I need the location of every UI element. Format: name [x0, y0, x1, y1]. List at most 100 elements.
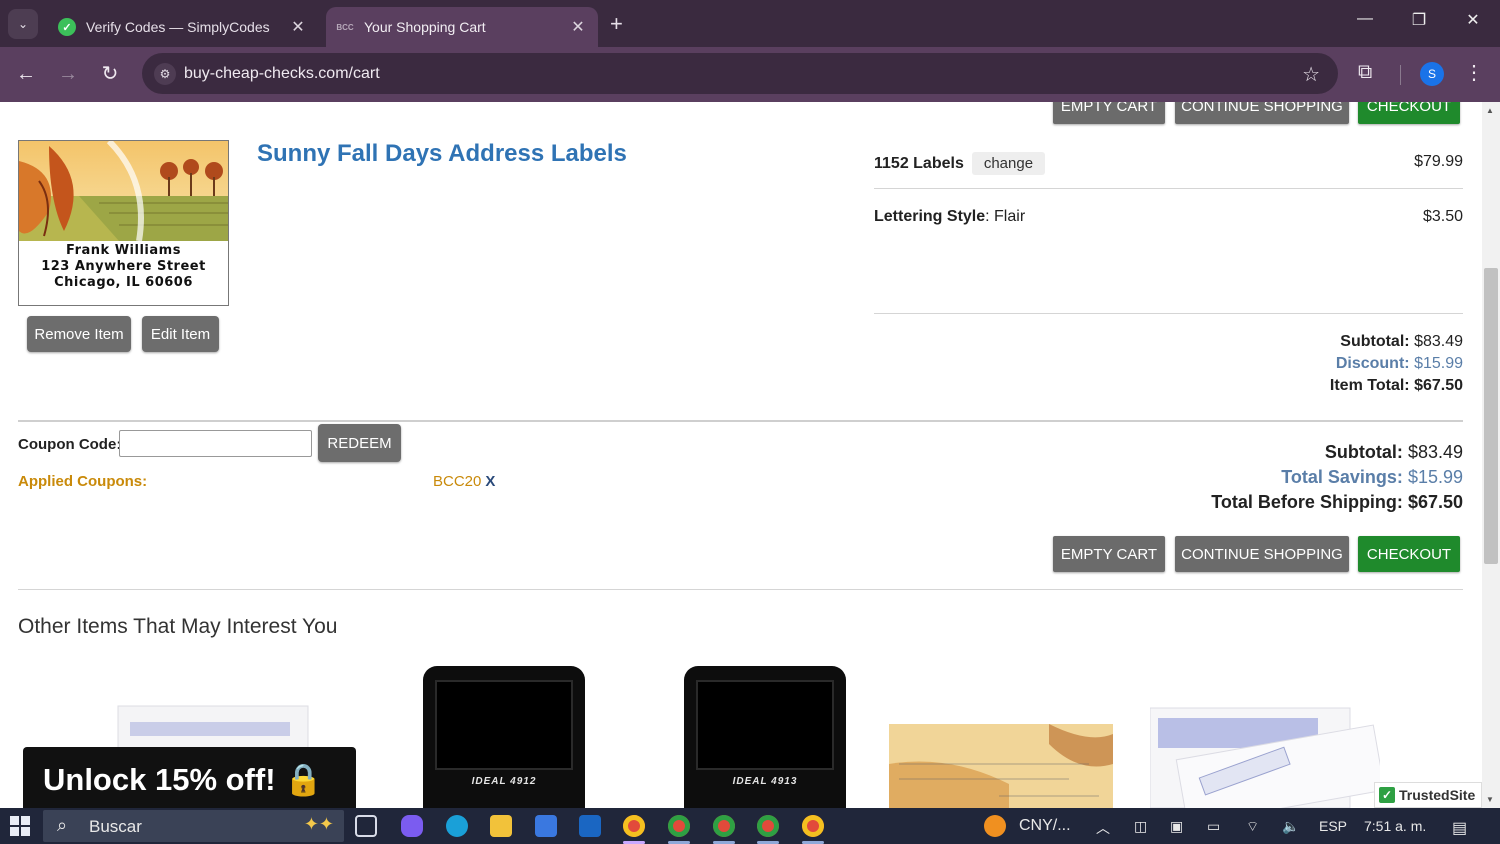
reload-icon[interactable]: ↻ [97, 61, 123, 87]
new-tab-button[interactable]: + [610, 11, 623, 37]
battery-icon[interactable]: ▭ [1207, 818, 1220, 835]
cart-subtotal: Subtotal: $83.49 [1325, 442, 1463, 463]
redeem-button[interactable]: REDEEM [318, 424, 401, 462]
currency-widget-text[interactable]: CNY/... [1019, 817, 1071, 835]
back-icon[interactable]: ← [13, 61, 39, 87]
stamp-product-image[interactable]: IDEAL 4912 [423, 666, 585, 808]
menu-kebab-icon[interactable]: ⋮ [1464, 60, 1484, 85]
empty-cart-button[interactable]: EMPTY CART [1053, 536, 1165, 572]
product-title[interactable]: Sunny Fall Days Address Labels [257, 140, 627, 168]
continue-shopping-button[interactable]: CONTINUE SHOPPING [1175, 536, 1349, 572]
file-explorer-icon[interactable] [490, 815, 512, 837]
language-indicator[interactable]: ESP [1319, 818, 1347, 834]
url-text[interactable]: buy-cheap-checks.com/cart [184, 65, 380, 83]
item-total-value: $67.50 [1414, 377, 1463, 394]
site-info-icon[interactable]: ⚙ [154, 63, 176, 85]
label-line-street: 123 Anywhere Street [41, 259, 206, 274]
divider [874, 313, 1463, 314]
checkout-button[interactable]: CHECKOUT [1358, 536, 1460, 572]
windows-start-icon[interactable] [10, 816, 30, 836]
label-preview-text: Frank Williams 123 Anywhere Street Chica… [19, 243, 228, 291]
task-view-icon[interactable] [355, 815, 377, 837]
minimize-icon[interactable]: — [1350, 10, 1380, 28]
check-product-image[interactable] [889, 724, 1113, 808]
other-items-heading: Other Items That May Interest You [18, 615, 338, 638]
total-before-shipping-value: $67.50 [1407, 492, 1463, 512]
meet-icon[interactable]: ◫ [1134, 818, 1147, 835]
notifications-icon[interactable]: ▤ [1452, 818, 1467, 838]
stamp-body [696, 680, 834, 770]
wifi-icon[interactable]: ⌔ [1246, 818, 1259, 836]
remove-item-button[interactable]: Remove Item [27, 316, 131, 352]
scroll-thumb[interactable] [1484, 268, 1498, 564]
checkout-button-top[interactable]: CHECKOUT [1358, 102, 1460, 124]
total-before-shipping: Total Before Shipping: $67.50 [1211, 492, 1463, 513]
coupon-code-input[interactable] [119, 430, 312, 457]
volume-icon[interactable]: 🔈 [1282, 818, 1299, 835]
lettering-option: Lettering Style: Flair [874, 208, 1026, 225]
chrome-icon[interactable] [623, 815, 645, 837]
chrome-profile-icon[interactable] [802, 815, 824, 837]
empty-cart-button-top[interactable]: EMPTY CART [1053, 102, 1165, 124]
close-icon[interactable]: ✕ [566, 17, 590, 37]
chrome-profile-icon[interactable] [757, 815, 779, 837]
chrome-profile-icon[interactable] [668, 815, 690, 837]
clock[interactable]: 7:51 a. m. [1364, 818, 1426, 834]
forward-icon[interactable]: → [55, 61, 81, 87]
outlook-icon[interactable] [579, 815, 601, 837]
copilot-icon[interactable] [401, 815, 423, 837]
edge-icon[interactable] [446, 815, 468, 837]
profile-avatar[interactable]: S [1420, 62, 1444, 86]
applied-coupon-code: BCC20 [433, 473, 482, 490]
taskbar-search[interactable]: ⌕ Buscar ✦✦ [43, 810, 344, 842]
scroll-up-icon[interactable]: ▲ [1486, 106, 1494, 115]
item-discount-label: Discount: [1335, 355, 1410, 372]
scroll-down-icon[interactable]: ▼ [1486, 795, 1494, 804]
screen-icon[interactable]: ▣ [1170, 818, 1183, 835]
stamp-brand-label: IDEAL 4912 [471, 776, 537, 787]
show-hidden-icons-chevron[interactable]: ︿ [1096, 818, 1110, 838]
tab-title: Verify Codes — SimplyCodes [86, 19, 270, 35]
autumn-landscape-art [19, 141, 228, 241]
item-total-label: Item Total: [1329, 377, 1410, 394]
cart-page: EMPTY CART CONTINUE SHOPPING CHECKOUT Fr… [0, 102, 1482, 808]
product-thumbnail[interactable]: Frank Williams 123 Anywhere Street Chica… [18, 140, 229, 306]
currency-widget-icon[interactable] [984, 815, 1006, 837]
restore-icon[interactable]: ❐ [1404, 10, 1434, 30]
store-icon[interactable] [535, 815, 557, 837]
bookmark-star-icon[interactable]: ☆ [1302, 62, 1320, 87]
page-scrollbar[interactable]: ▲ ▼ [1482, 102, 1500, 808]
tab-search-button[interactable]: ⌄ [8, 9, 38, 39]
close-window-icon[interactable]: ✕ [1458, 10, 1488, 30]
trustedsite-label: TrustedSite [1399, 787, 1476, 803]
bcc-favicon: BCC [336, 22, 354, 32]
applied-coupons-label: Applied Coupons: [18, 473, 148, 490]
tab-strip: ⌄ ✓ Verify Codes — SimplyCodes ✕ BCC You… [0, 0, 1500, 47]
remove-coupon-button[interactable]: X [485, 473, 495, 490]
lock-icon: 🔒 [284, 762, 323, 797]
close-icon[interactable]: ✕ [286, 17, 310, 37]
edit-item-button[interactable]: Edit Item [142, 316, 219, 352]
continue-shopping-button-top[interactable]: CONTINUE SHOPPING [1175, 102, 1349, 124]
quantity-label: 1152 Labels [874, 155, 964, 172]
item-discount: Discount: $15.99 [1336, 355, 1463, 373]
promo-popup[interactable]: Unlock 15% off! 🔒 [23, 747, 356, 808]
search-icon: ⌕ [57, 815, 68, 835]
divider [874, 188, 1463, 189]
chrome-profile-icon[interactable] [713, 815, 735, 837]
trustedsite-badge[interactable]: ✓ TrustedSite [1374, 782, 1482, 808]
item-discount-value: $15.99 [1414, 355, 1463, 372]
lettering-label: Lettering Style [874, 208, 986, 225]
stamp-product-image[interactable]: IDEAL 4913 [684, 666, 846, 808]
check-icon: ✓ [1379, 787, 1395, 803]
stamp-brand-label: IDEAL 4913 [732, 776, 798, 787]
extensions-icon[interactable]: ⧉ [1358, 61, 1372, 84]
item-subtotal-value: $83.49 [1414, 333, 1463, 350]
tab-shopping-cart[interactable]: BCC Your Shopping Cart ✕ [326, 7, 598, 47]
label-line-city: Chicago, IL 60606 [54, 275, 193, 290]
double-window-envelope-image[interactable] [1150, 702, 1380, 808]
address-bar[interactable]: ⚙ buy-cheap-checks.com/cart ☆ [142, 53, 1338, 94]
tab-simplycodes[interactable]: ✓ Verify Codes — SimplyCodes ✕ [48, 7, 318, 47]
item-subtotal: Subtotal: $83.49 [1340, 333, 1463, 351]
change-quantity-button[interactable]: change [971, 152, 1046, 175]
